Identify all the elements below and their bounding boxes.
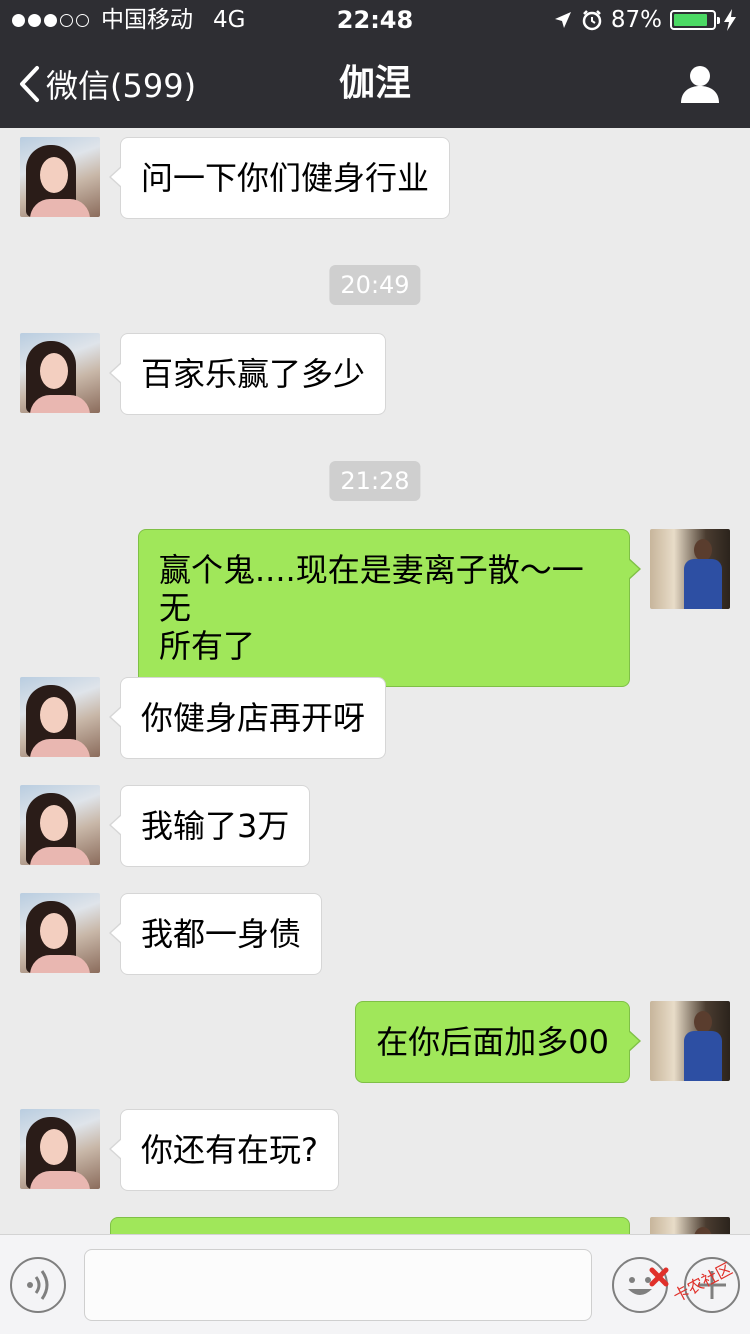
battery-icon bbox=[670, 10, 720, 30]
contact-avatar[interactable] bbox=[20, 893, 100, 973]
voice-button[interactable] bbox=[10, 1257, 66, 1313]
contact-avatar[interactable] bbox=[20, 1109, 100, 1189]
message-text: 百家乐赢了多少 bbox=[141, 355, 366, 393]
svg-text:卡农社区: 卡农社区 bbox=[670, 1259, 735, 1304]
charging-bolt-icon bbox=[724, 9, 736, 31]
message-text-line: 所有了 bbox=[159, 627, 256, 665]
nav-bar: 微信(599) 伽涅 bbox=[0, 40, 750, 128]
message-text: 你还有在玩? bbox=[141, 1131, 318, 1169]
message-text-line: 赢个鬼....现在是妻离子散～一无 bbox=[159, 551, 584, 627]
my-avatar[interactable] bbox=[650, 1217, 730, 1234]
status-right: 87% bbox=[553, 0, 736, 40]
incoming-message-bubble[interactable]: 我输了3万 bbox=[108, 785, 311, 867]
message-text: 你健身店再开呀 bbox=[141, 699, 366, 737]
watermark-logo: 卡农社区 bbox=[649, 1259, 735, 1304]
timestamp: 20:49 bbox=[329, 265, 421, 305]
message-input[interactable] bbox=[84, 1249, 592, 1321]
contact-avatar[interactable] bbox=[20, 333, 100, 413]
message-text: 我都一身债 bbox=[141, 915, 302, 953]
incoming-message-bubble[interactable]: 你还有在玩? bbox=[109, 1109, 339, 1191]
incoming-message-bubble[interactable]: 我都一身债 bbox=[108, 893, 323, 975]
outgoing-message-bubble[interactable]: 在你后面加多00 bbox=[355, 1001, 641, 1083]
my-avatar[interactable] bbox=[650, 529, 730, 609]
outgoing-message-bubble[interactable] bbox=[110, 1217, 630, 1234]
contact-avatar[interactable] bbox=[20, 677, 100, 757]
outgoing-message-bubble[interactable]: 赢个鬼....现在是妻离子散～一无 所有了 bbox=[138, 529, 641, 687]
user-profile-icon[interactable] bbox=[680, 64, 720, 104]
top-bar: 中国移动 4G 22:48 87% 微信(599) 伽涅 bbox=[0, 0, 750, 128]
incoming-message-bubble[interactable]: 问一下你们健身行业 bbox=[108, 137, 451, 219]
timestamp: 21:28 bbox=[329, 461, 421, 501]
message-text: 问一下你们健身行业 bbox=[141, 159, 430, 197]
incoming-message-bubble[interactable]: 你健身店再开呀 bbox=[108, 677, 387, 759]
chat-list[interactable]: 问一下你们健身行业 20:49 百家乐赢了多少 21:28 赢个鬼....现在是… bbox=[0, 128, 750, 1234]
incoming-message-bubble[interactable]: 百家乐赢了多少 bbox=[108, 333, 387, 415]
message-text: 我输了3万 bbox=[141, 807, 290, 845]
voice-icon bbox=[27, 1270, 49, 1300]
my-avatar[interactable] bbox=[650, 1001, 730, 1081]
location-arrow-icon bbox=[554, 12, 571, 28]
alarm-clock-icon bbox=[582, 10, 602, 31]
battery-percent: 87% bbox=[610, 7, 662, 33]
input-bar bbox=[0, 1234, 750, 1334]
chat-title: 伽涅 bbox=[338, 63, 411, 104]
contact-avatar[interactable] bbox=[20, 785, 100, 865]
battery-fill bbox=[674, 14, 708, 26]
message-text: 在你后面加多00 bbox=[376, 1023, 609, 1061]
contact-avatar[interactable] bbox=[20, 137, 100, 217]
status-bar: 中国移动 4G 22:48 87% bbox=[0, 0, 750, 40]
